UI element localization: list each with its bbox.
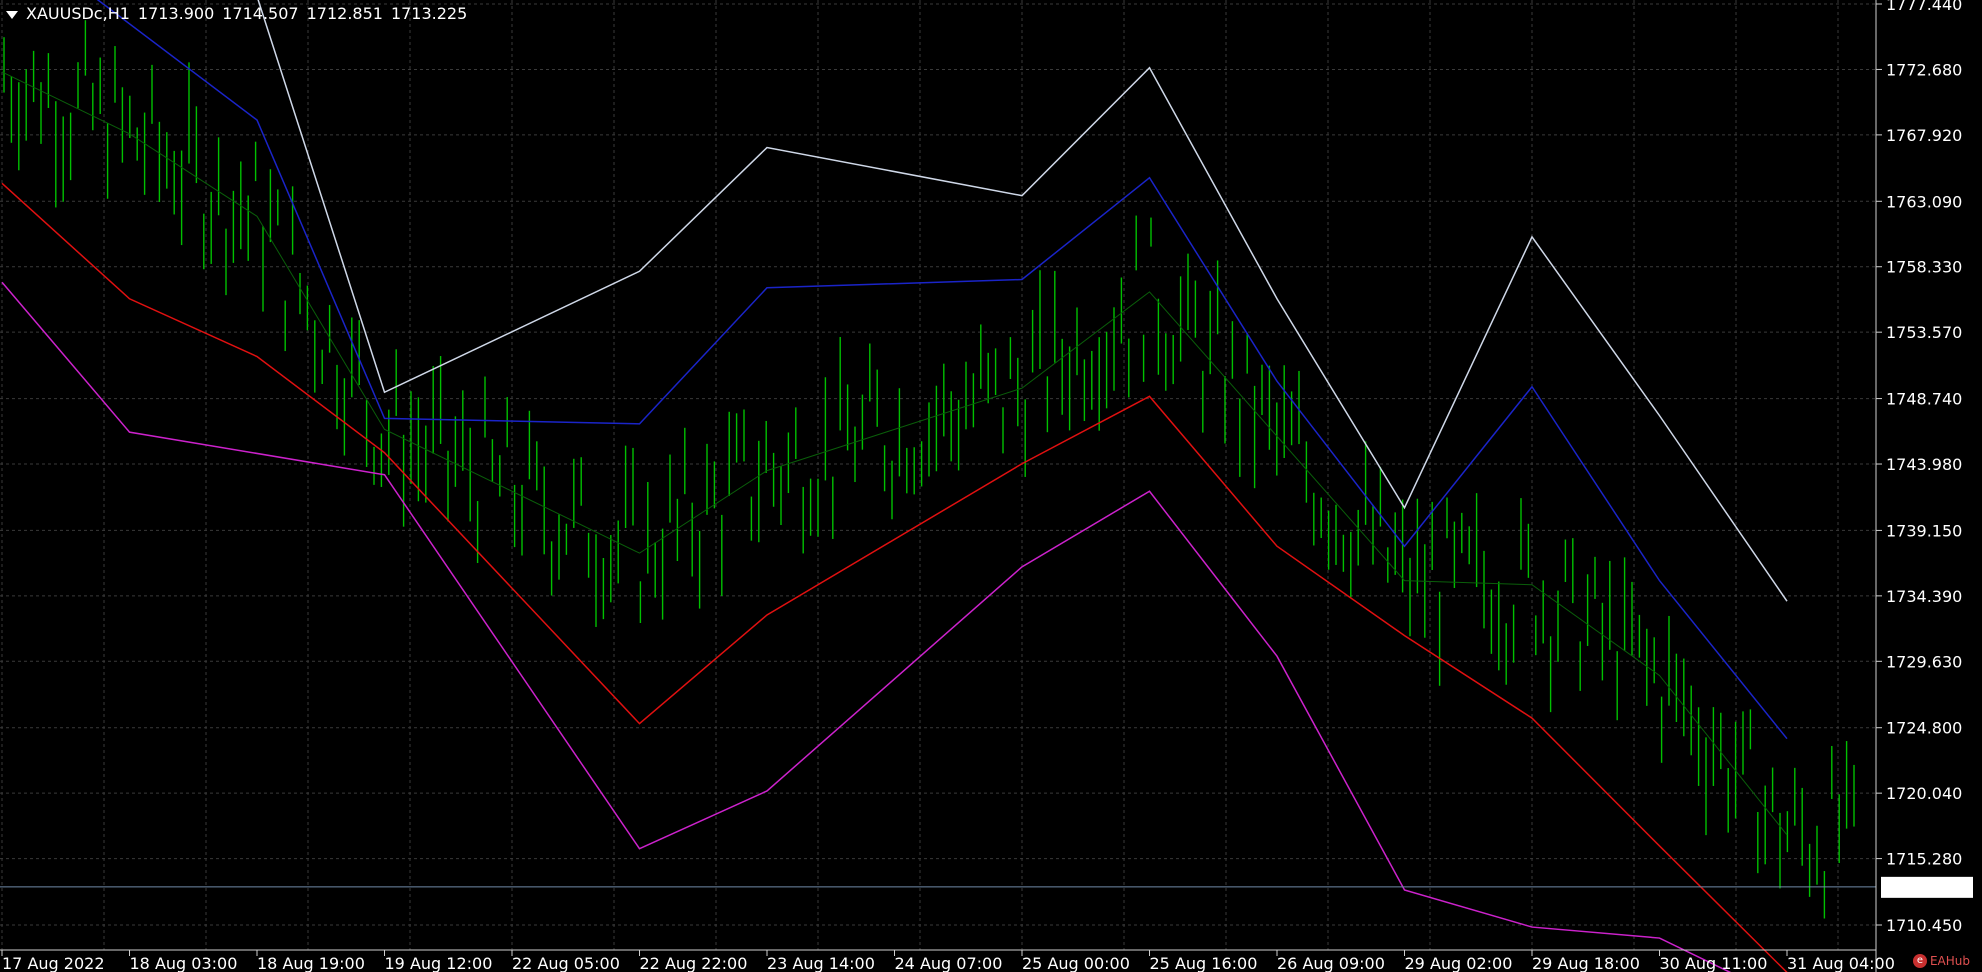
time-tick-label: 29 Aug 18:00 [1532, 954, 1640, 972]
time-tick-label: 29 Aug 02:00 [1405, 954, 1513, 972]
eahub-logo-text: EAHub [1929, 953, 1970, 968]
time-tick-label: 22 Aug 22:00 [640, 954, 748, 972]
time-tick-label: 24 Aug 07:00 [895, 954, 1003, 972]
time-tick-label: 25 Aug 00:00 [1022, 954, 1130, 972]
close-value: 1713.225 [390, 4, 468, 23]
price-tick-label: 1720.040 [1886, 784, 1962, 803]
chart-grid [0, 0, 1876, 950]
eahub-logo: e EAHub [1912, 953, 1970, 968]
time-tick-label: 18 Aug 19:00 [257, 954, 365, 972]
indicator-series-line [96, 0, 1788, 740]
time-tick-label: 31 Aug 04:00 [1787, 954, 1895, 972]
indicator-series-line [1, 281, 1732, 972]
high-value: 1714.507 [222, 4, 299, 23]
price-tick-label: 1758.330 [1886, 258, 1962, 277]
price-tick-label: 1772.680 [1886, 60, 1962, 79]
symbol-label: XAUUSDc,H1 [26, 4, 130, 23]
price-tick-label: 1777.440 [1886, 0, 1962, 14]
time-tick-label: 22 Aug 05:00 [512, 954, 620, 972]
price-tick-label: 1743.980 [1886, 455, 1962, 474]
time-tick-label: 23 Aug 14:00 [767, 954, 875, 972]
price-tick-label: 1710.450 [1886, 916, 1962, 935]
time-tick-label: 18 Aug 03:00 [130, 954, 238, 972]
time-tick-label: 30 Aug 11:00 [1660, 954, 1768, 972]
indicator-lines [1, 0, 1788, 972]
eahub-logo-icon: e [1912, 954, 1927, 968]
price-tick-label: 1753.570 [1886, 323, 1962, 342]
indicator-series-line [257, 0, 1788, 602]
time-tick-label: 17 Aug 2022 [2, 954, 105, 972]
price-tick-label: 1715.280 [1886, 850, 1962, 869]
menu-triangle-icon[interactable] [6, 10, 18, 19]
time-tick-label: 19 Aug 12:00 [385, 954, 493, 972]
price-tick-label: 1734.390 [1886, 587, 1962, 606]
chart-header: XAUUSDc,H1 1713.900 1714.507 1712.851 1713.2… [6, 4, 475, 23]
price-tick-label: 1729.630 [1886, 652, 1962, 671]
low-value: 1712.851 [306, 4, 383, 23]
price-chart[interactable]: 1777.440 1772.680 1767.920 1763.090 1758.330… [0, 0, 1982, 972]
time-axis: 17 Aug 2022 18 Aug 03:00 18 Aug 19:00 19 Au… [1, 950, 1895, 972]
price-tick-label: 1724.800 [1886, 719, 1962, 738]
price-tick-label: 1739.150 [1886, 521, 1962, 540]
indicator-series-line [1, 182, 1788, 972]
time-tick-label: 26 Aug 09:00 [1277, 954, 1385, 972]
time-tick-label: 25 Aug 16:00 [1150, 954, 1258, 972]
current-price-label: 1713.225 [1881, 876, 1973, 898]
price-tick-label: 1763.090 [1886, 192, 1962, 211]
price-tick-label: 1767.920 [1886, 126, 1962, 145]
candlesticks [3, 20, 1855, 919]
current-price-text: 1713.225 [1886, 878, 1962, 897]
open-value: 1713.900 [137, 4, 215, 23]
price-axis: 1777.440 1772.680 1767.920 1763.090 1758.330… [1876, 0, 1962, 935]
price-tick-label: 1748.740 [1886, 390, 1962, 409]
